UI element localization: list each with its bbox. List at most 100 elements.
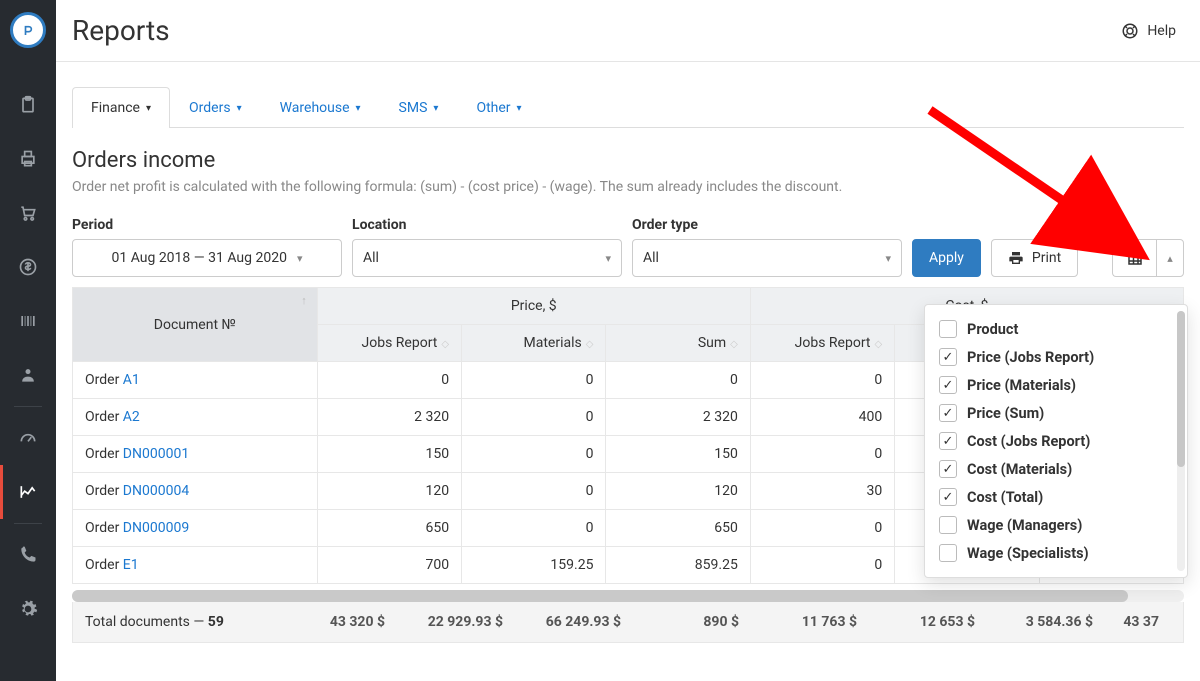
- nav-icon-settings[interactable]: [0, 582, 56, 636]
- cell-document: Order A2: [73, 399, 318, 436]
- checkbox-icon: [939, 544, 957, 562]
- cell-cost-jobs: 0: [750, 362, 894, 399]
- nav-icon-user[interactable]: [0, 348, 56, 402]
- nav-icon-phone[interactable]: [0, 528, 56, 582]
- checkbox-icon: [939, 376, 957, 394]
- cell-document: Order DN000004: [73, 473, 318, 510]
- period-select[interactable]: 01 Aug 2018 — 31 Aug 2020 ▾: [72, 239, 342, 277]
- nav-icon-clipboard[interactable]: [0, 78, 56, 132]
- cell-price-materials: 0: [462, 436, 606, 473]
- th-price-jobs[interactable]: Jobs Report◇: [317, 325, 461, 362]
- checkbox-icon: [939, 348, 957, 366]
- chevron-down-icon: ▾: [146, 103, 151, 114]
- chevron-down-icon: ▾: [297, 252, 303, 265]
- cell-price-jobs: 700: [317, 547, 461, 584]
- order-link[interactable]: DN000001: [123, 446, 189, 462]
- tab-orders[interactable]: Orders▾: [170, 87, 261, 128]
- column-option[interactable]: Cost (Materials): [935, 455, 1181, 483]
- chevron-down-icon: ▾: [885, 252, 891, 265]
- columns-button[interactable]: [1112, 239, 1156, 277]
- order-link[interactable]: E1: [123, 557, 139, 573]
- location-label: Location: [352, 217, 622, 233]
- columns-caret[interactable]: ▴: [1156, 239, 1184, 277]
- nav-icon-barcode[interactable]: [0, 294, 56, 348]
- app-logo[interactable]: [10, 12, 46, 48]
- column-option[interactable]: Price (Sum): [935, 399, 1181, 427]
- ordertype-label: Order type: [632, 217, 902, 233]
- report-tabs: Finance▾ Orders▾ Warehouse▾ SMS▾ Other▾: [72, 86, 1184, 128]
- location-select[interactable]: All ▾: [352, 239, 622, 277]
- th-group-price: Price, $: [317, 288, 750, 325]
- tab-other[interactable]: Other▾: [457, 87, 540, 128]
- checkbox-icon: [939, 320, 957, 338]
- chevron-down-icon: ▾: [517, 103, 522, 114]
- nav-icon-reports[interactable]: [0, 465, 56, 519]
- cell-price-jobs: 2 320: [317, 399, 461, 436]
- chevron-down-icon: ▾: [237, 103, 242, 114]
- cell-price-sum: 120: [606, 473, 750, 510]
- tab-finance[interactable]: Finance▾: [72, 87, 170, 128]
- apply-button[interactable]: Apply: [912, 239, 981, 277]
- column-option[interactable]: Price (Materials): [935, 371, 1181, 399]
- help-button[interactable]: Help: [1121, 22, 1176, 40]
- column-option-label: Cost (Jobs Report): [967, 433, 1090, 450]
- cell-price-sum: 650: [606, 510, 750, 547]
- column-option-label: Product: [967, 321, 1018, 338]
- column-option-label: Price (Jobs Report): [967, 349, 1094, 366]
- cell-price-sum: 0: [606, 362, 750, 399]
- column-option-label: Price (Materials): [967, 377, 1076, 394]
- cell-cost-jobs: 0: [750, 436, 894, 473]
- nav-icon-printer[interactable]: [0, 132, 56, 186]
- cell-price-materials: 0: [462, 362, 606, 399]
- cell-price-jobs: 650: [317, 510, 461, 547]
- nav-icon-money[interactable]: [0, 240, 56, 294]
- th-document[interactable]: Document №↑: [73, 288, 318, 362]
- th-price-sum[interactable]: Sum◇: [606, 325, 750, 362]
- order-link[interactable]: DN000009: [123, 520, 189, 536]
- nav-icon-cart[interactable]: [0, 186, 56, 240]
- checkbox-icon: [939, 404, 957, 422]
- cell-cost-jobs: 400: [750, 399, 894, 436]
- print-button[interactable]: Print: [991, 239, 1078, 277]
- tab-sms[interactable]: SMS▾: [380, 87, 458, 128]
- nav-separator: [14, 523, 42, 524]
- chevron-down-icon: ▾: [433, 103, 438, 114]
- th-cost-jobs[interactable]: Jobs Report◇: [750, 325, 894, 362]
- cell-price-sum: 150: [606, 436, 750, 473]
- sort-asc-icon: ↑: [301, 294, 307, 307]
- cell-price-materials: 159.25: [462, 547, 606, 584]
- cell-price-materials: 0: [462, 510, 606, 547]
- cell-cost-jobs: 0: [750, 547, 894, 584]
- dropdown-scrollbar[interactable]: [1177, 311, 1185, 571]
- column-option[interactable]: Price (Jobs Report): [935, 343, 1181, 371]
- horizontal-scrollbar[interactable]: [72, 590, 1184, 602]
- nav-separator: [14, 406, 42, 407]
- cell-document: Order DN000009: [73, 510, 318, 547]
- column-picker-dropdown: Product Price (Jobs Report) Price (Materia…: [924, 304, 1188, 578]
- scrollbar-thumb[interactable]: [72, 590, 1128, 602]
- help-label: Help: [1147, 23, 1176, 39]
- column-option[interactable]: Cost (Jobs Report): [935, 427, 1181, 455]
- cell-cost-jobs: 30: [750, 473, 894, 510]
- order-link[interactable]: DN000004: [123, 483, 189, 499]
- checkbox-icon: [939, 432, 957, 450]
- ordertype-select[interactable]: All ▾: [632, 239, 902, 277]
- tab-warehouse[interactable]: Warehouse▾: [261, 87, 380, 128]
- column-option-label: Cost (Materials): [967, 461, 1072, 478]
- section-subtitle: Order net profit is calculated with the …: [72, 179, 1184, 195]
- column-option[interactable]: Wage (Managers): [935, 511, 1181, 539]
- help-icon: [1121, 22, 1139, 40]
- section-title: Orders income: [72, 148, 1184, 173]
- column-option-label: Cost (Total): [967, 489, 1043, 506]
- order-link[interactable]: A2: [123, 409, 140, 425]
- order-link[interactable]: A1: [123, 372, 140, 388]
- column-option[interactable]: Wage (Specialists): [935, 539, 1181, 567]
- column-option[interactable]: Product: [935, 315, 1181, 343]
- column-option-label: Wage (Specialists): [967, 545, 1089, 562]
- chevron-up-icon: ▴: [1167, 252, 1173, 265]
- column-option[interactable]: Cost (Total): [935, 483, 1181, 511]
- th-price-materials[interactable]: Materials◇: [462, 325, 606, 362]
- checkbox-icon: [939, 460, 957, 478]
- cell-price-sum: 859.25: [606, 547, 750, 584]
- nav-icon-gauge[interactable]: [0, 411, 56, 465]
